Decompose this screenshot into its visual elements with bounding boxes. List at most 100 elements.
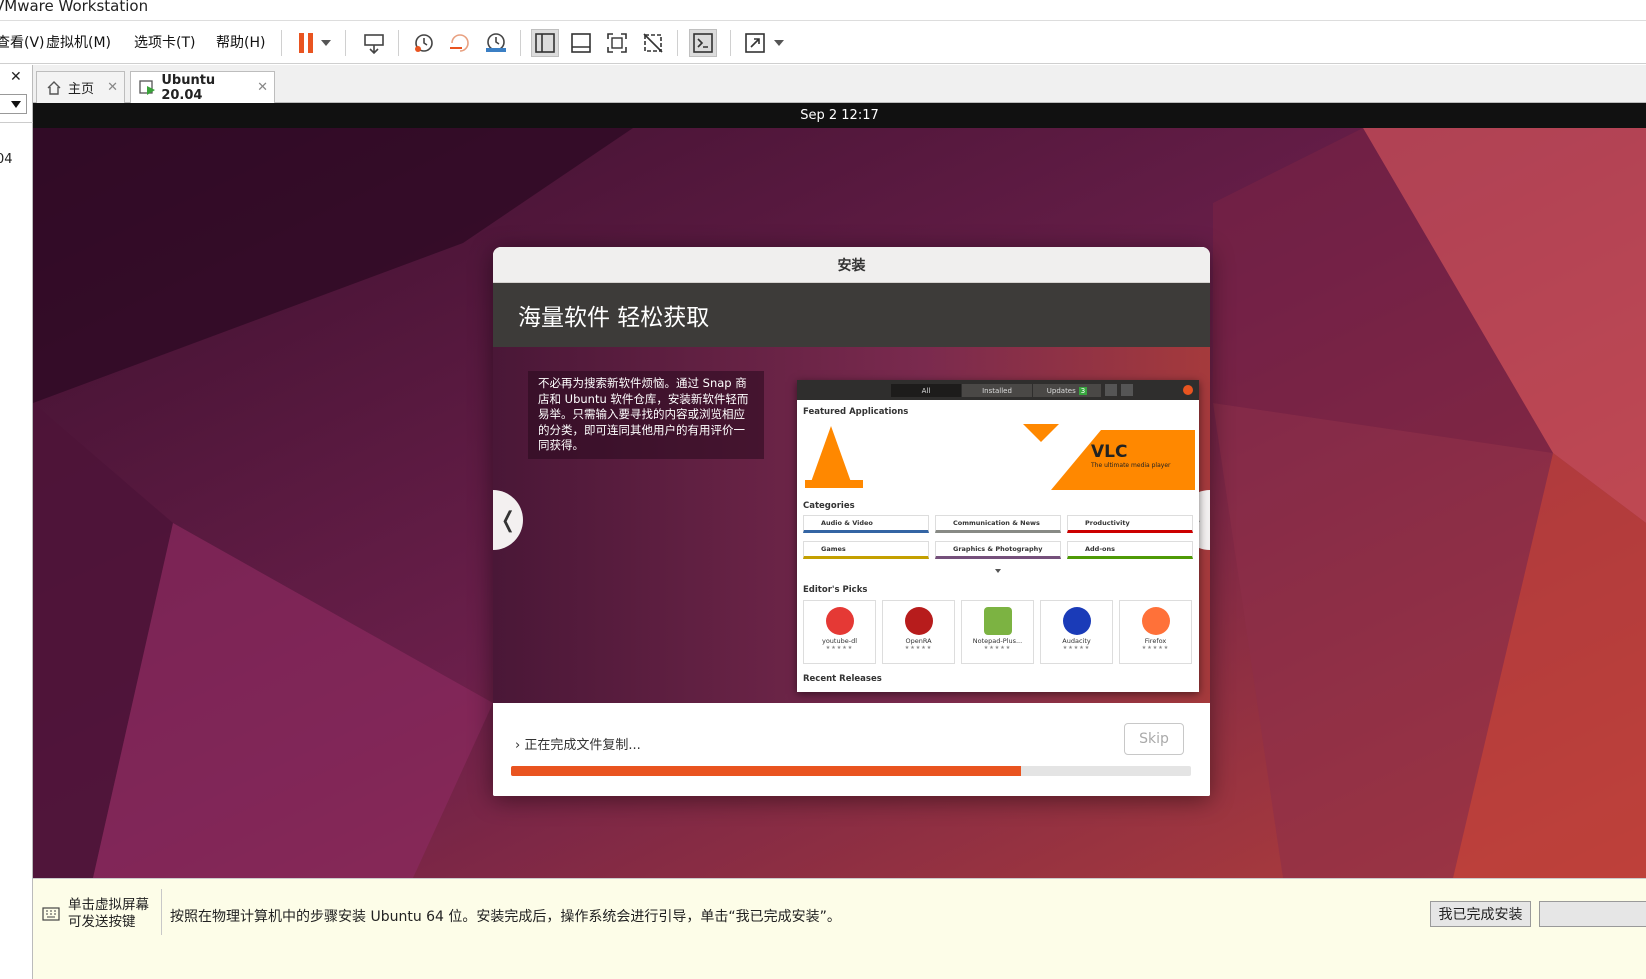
hint-separator [161, 889, 162, 935]
hint-line: 可发送按键 [68, 914, 136, 930]
notepad-plus-icon [983, 607, 1012, 635]
tab-label: 主页 [68, 82, 95, 97]
progress-status[interactable]: › 正在完成文件复制... [515, 734, 641, 753]
featured-app-name: VLC [1091, 442, 1128, 462]
install-progress-bar [511, 766, 1191, 776]
panel-divider [0, 122, 33, 123]
unity-icon[interactable] [639, 29, 667, 57]
clock[interactable]: Sep 2 12:17 [800, 108, 879, 123]
featured-heading: Featured Applications [803, 407, 909, 417]
prev-slide-button[interactable]: ❬ [493, 490, 523, 550]
categories-heading: Categories [803, 501, 855, 511]
close-icon[interactable]: ✕ [10, 69, 22, 85]
openra-icon [904, 607, 933, 635]
featured-banner: VLC The ultimate media player [801, 424, 1195, 490]
recent-releases-heading: Recent Releases [803, 674, 882, 684]
full-screen-icon[interactable] [603, 29, 631, 57]
hint-line: 单击虚拟屏幕 [68, 897, 149, 913]
toolbar-separator [281, 30, 282, 56]
stretch-icon[interactable] [741, 29, 769, 57]
firefox-icon [1141, 607, 1170, 635]
vm-running-icon [139, 79, 155, 95]
tab-ubuntu[interactable]: Ubuntu 20.04 ✕ [130, 71, 275, 103]
updates-label: Updates [1046, 386, 1076, 395]
pick-card: Firefox ★★★★★ [1119, 600, 1192, 664]
featured-tagline: The ultimate media player [1091, 462, 1171, 469]
category-tile: Productivity [1067, 515, 1193, 533]
snapshot-revert-icon[interactable] [446, 29, 474, 57]
tab-label: Ubuntu 20.04 [161, 72, 216, 103]
close-icon [1183, 385, 1193, 395]
chevron-right-icon: › [515, 738, 521, 753]
pick-card: youtube-dl ★★★★★ [803, 600, 876, 664]
toolbar-separator [677, 30, 678, 56]
slideshow: 不必再为搜索新软件烦恼。通过 Snap 商店和 Ubuntu 软件仓库，安装新软… [493, 347, 1210, 703]
pick-stars: ★★★★★ [983, 645, 1012, 651]
library-item-ubuntu[interactable]: 04 [0, 152, 13, 167]
vmware-window: VMware Workstation 查看(V) 虚拟机(M) 选项卡(T) 帮… [0, 0, 1646, 979]
keyboard-icon [42, 907, 60, 921]
console-icon[interactable] [689, 29, 717, 57]
pick-card: OpenRA ★★★★★ [882, 600, 955, 664]
pick-card: Audacity ★★★★★ [1040, 600, 1113, 664]
send-ctrl-alt-del-icon[interactable] [360, 29, 388, 57]
thumbnail-view-icon[interactable] [567, 29, 595, 57]
done-installing-button[interactable]: 我已完成安装 [1430, 901, 1531, 927]
software-center-screenshot: All Installed Updates 3 Featured Applica… [797, 380, 1199, 692]
toolbar-separator [398, 30, 399, 56]
home-icon [47, 80, 61, 95]
pick-stars: ★★★★★ [1062, 645, 1091, 651]
store-tab-installed: Installed [962, 384, 1032, 397]
tab-bar: 主页 ✕ Ubuntu 20.04 ✕ [33, 65, 1646, 103]
menu-view[interactable]: 查看(V) [0, 32, 45, 52]
snapshot-take-icon[interactable] [410, 29, 438, 57]
menu-vm[interactable]: 虚拟机(M) [46, 32, 111, 52]
close-icon[interactable]: ✕ [107, 80, 118, 95]
library-panel: ✕ 04 [0, 65, 33, 979]
skip-button[interactable]: Skip [1124, 723, 1184, 755]
vm-screen[interactable]: Sep 2 12:17 安装 海量软件 轻松获取 不必再为搜索新软件烦恼。通过 … [33, 103, 1646, 878]
pick-stars: ★★★★★ [825, 645, 854, 651]
menu-help[interactable]: 帮助(H) [216, 32, 265, 52]
help-button[interactable] [1539, 901, 1646, 927]
category-tile: Add-ons [1067, 541, 1193, 559]
pause-icon[interactable] [292, 29, 320, 57]
category-tile: Audio & Video [803, 515, 929, 533]
close-icon[interactable]: ✕ [257, 80, 268, 95]
chevron-down-icon[interactable] [318, 29, 334, 57]
pick-name: Firefox [1144, 637, 1167, 645]
installer-footer: › 正在完成文件复制... Skip [493, 703, 1210, 796]
library-dropdown[interactable] [0, 94, 27, 114]
progress-status-text: 正在完成文件复制... [524, 738, 641, 753]
store-tab-all: All [891, 384, 961, 397]
slide-banner: 海量软件 轻松获取 [493, 283, 1210, 347]
pick-card: Notepad-Plus... ★★★★★ [961, 600, 1034, 664]
menu-tabs[interactable]: 选项卡(T) [134, 32, 195, 52]
menu-toolbar: 查看(V) 虚拟机(M) 选项卡(T) 帮助(H) [0, 22, 1646, 64]
chevron-down-icon [995, 569, 1001, 573]
pick-name: Notepad-Plus... [972, 637, 1023, 645]
pick-stars: ★★★★★ [1141, 645, 1170, 651]
hint-bar: 单击虚拟屏幕 可发送按键 按照在物理计算机中的步骤安装 Ubuntu 64 位。… [33, 878, 1646, 979]
slide-description: 不必再为搜索新软件烦恼。通过 Snap 商店和 Ubuntu 软件仓库，安装新软… [528, 371, 764, 459]
vlc-cone-icon [805, 424, 1195, 490]
snapshot-manager-icon[interactable] [482, 29, 510, 57]
pick-name: youtube-dl [821, 637, 857, 645]
chevron-down-icon[interactable] [771, 29, 787, 57]
library-view-icon[interactable] [531, 29, 559, 57]
toolbar-separator [730, 30, 731, 56]
editors-picks-heading: Editor's Picks [803, 585, 868, 595]
tab-home[interactable]: 主页 ✕ [36, 71, 125, 103]
updates-count-badge: 3 [1078, 386, 1088, 395]
gnome-top-bar: Sep 2 12:17 [33, 103, 1646, 128]
installer-window: 安装 海量软件 轻松获取 不必再为搜索新软件烦恼。通过 Snap 商店和 Ubu… [493, 247, 1210, 796]
store-headerbar: All Installed Updates 3 [797, 380, 1199, 400]
chevron-left-icon: ❬ [498, 507, 518, 533]
title-bar: VMware Workstation [0, 0, 1646, 21]
pick-name: OpenRA [905, 637, 932, 645]
hint-left-text: 单击虚拟屏幕 可发送按键 [68, 897, 149, 931]
category-tile: Graphics & Photography [935, 541, 1061, 559]
category-tile: Games [803, 541, 929, 559]
pick-name: Audacity [1062, 637, 1091, 645]
hint-message: 按照在物理计算机中的步骤安装 Ubuntu 64 位。安装完成后，操作系统会进行… [170, 909, 841, 925]
